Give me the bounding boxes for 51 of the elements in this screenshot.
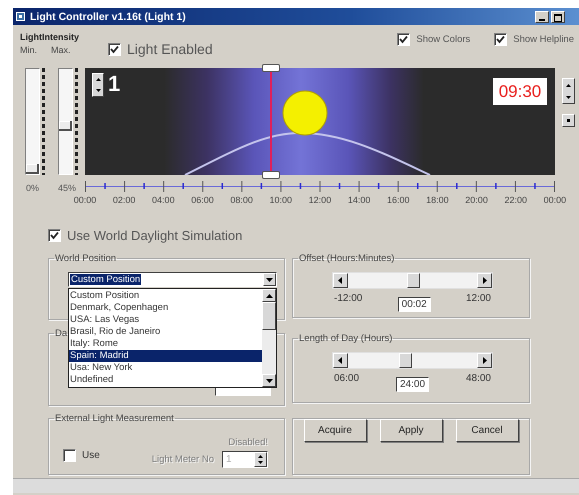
checkbox-label: Use — [82, 450, 100, 461]
time-label: 22:00 — [504, 195, 527, 205]
window-title: Light Controller v1.16t (Light 1) — [30, 10, 186, 22]
range-min-label: -12:00 — [334, 293, 362, 304]
meter-label: Light Meter No — [152, 454, 214, 465]
time-display: 09:30 — [493, 78, 547, 105]
group-title: World Position — [54, 253, 118, 264]
range-max-label: 12:00 — [466, 293, 491, 304]
group-title: External Light Measurement — [54, 413, 175, 424]
range-max-label: 48:00 — [466, 373, 491, 384]
checkbox-label: Use World Daylight Simulation — [67, 228, 242, 243]
dropdown-option[interactable]: Undefined — [69, 374, 262, 386]
group-title: Offset (Hours:Minutes) — [298, 253, 396, 264]
group-title: Da — [54, 328, 68, 339]
time-label: 18:00 — [426, 195, 449, 205]
time-label: 20:00 — [465, 195, 488, 205]
time-label: 16:00 — [386, 195, 410, 205]
action-button[interactable]: Cancel — [456, 419, 518, 442]
dropdown-option[interactable]: Denmark, Copenhagen — [69, 302, 262, 314]
section-title: LightIntensity — [20, 32, 80, 42]
time-label: 06:00 — [191, 195, 214, 205]
value-field[interactable]: 00:02 — [398, 297, 431, 312]
slider-reading: 0% — [26, 183, 40, 195]
dropdown-option[interactable]: USA: Las Vegas — [69, 314, 262, 326]
time-label: 04:00 — [152, 195, 175, 205]
dropdown-option[interactable]: Usa: New York — [69, 362, 262, 374]
time-label: 12:00 — [308, 195, 332, 205]
dropdown-list[interactable]: Custom Position Denmark, Copenhagen USA: Las Vegas Brasil, Rio de Janeiro Italy: Rome Spain: Madrid Usa: New York Undefined — [68, 288, 277, 388]
time-label: 10:00 — [270, 195, 292, 205]
slider-label: Max. — [51, 45, 71, 55]
checkbox-label: Light Enabled — [127, 41, 213, 57]
dropdown-option[interactable]: Spain: Madrid — [69, 350, 262, 362]
time-label: 00:00 — [544, 195, 566, 205]
checkbox-label: Show Helpline — [513, 34, 574, 45]
dropdown-option[interactable]: Brasil, Rio de Janeiro — [69, 326, 262, 338]
value-field[interactable]: 24:00 — [396, 377, 430, 392]
group-title: Length of Day (Hours) — [298, 333, 394, 344]
time-label: 08:00 — [230, 195, 253, 205]
status-label: Disabled! — [228, 437, 268, 448]
slider-label: Min. — [20, 45, 38, 55]
checkbox-label: Show Colors — [416, 34, 470, 45]
dropdown-option[interactable]: Custom Position — [69, 290, 262, 302]
dropdown-option[interactable]: Italy: Rome — [69, 338, 262, 350]
action-button[interactable]: Apply — [380, 419, 442, 442]
position-dropdown[interactable]: Custom Position — [68, 272, 277, 287]
time-label: 14:00 — [348, 195, 370, 205]
range-min-label: 06:00 — [334, 373, 360, 384]
action-button[interactable]: Acquire — [304, 419, 366, 442]
time-label: 00:00 — [74, 195, 96, 205]
time-label: 02:00 — [112, 195, 136, 205]
light-number: 1 — [108, 71, 120, 97]
